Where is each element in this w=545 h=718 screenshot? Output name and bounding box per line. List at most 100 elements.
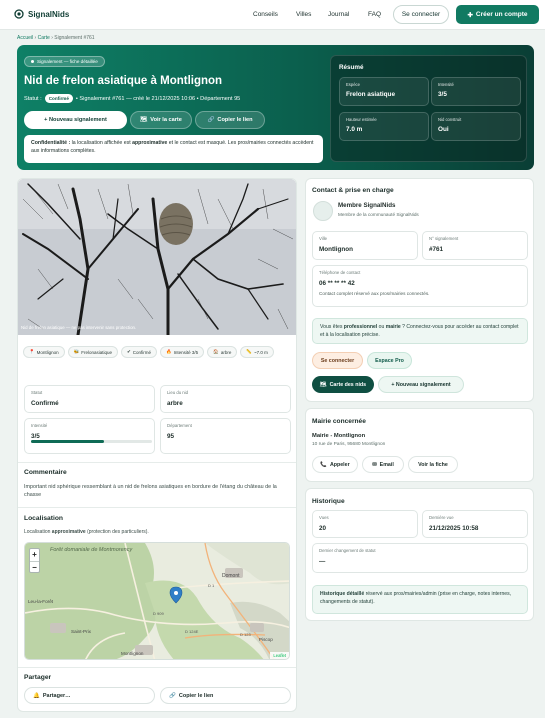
nav-faq[interactable]: FAQ <box>368 11 381 18</box>
tag-list: 📍 Montlignon 🐝 Frelonasiatique ✔ Confirmé 🔥… <box>23 346 291 358</box>
copy-link-button[interactable]: 🔗 Copier le lien <box>195 111 265 129</box>
nest-photo[interactable]: Nid de frelon asiatique — ne pas interve… <box>18 179 296 335</box>
status-badge: Confirmé <box>44 94 73 103</box>
field-intensity: Intensité 3/5 <box>24 418 155 454</box>
breadcrumb-home[interactable]: Accueil <box>17 35 33 41</box>
map-attribution[interactable]: Leaflet <box>270 652 289 659</box>
field-status-change: Dernier changement de statut — <box>312 543 528 573</box>
email-button[interactable]: ✉ Email <box>362 456 404 473</box>
zoom-in-button[interactable]: + <box>30 549 39 562</box>
map-label-road-d123: D 123 <box>240 632 251 637</box>
map-label-road-d1: D 1 <box>208 583 215 588</box>
map-icon: 🗺 <box>140 117 148 123</box>
history-notice-bold: Historique détaillé <box>320 591 365 597</box>
link-icon: 🔗 <box>207 117 215 123</box>
hero-meta: Statut : Confirmé • Signalement #761 — c… <box>24 94 240 103</box>
map-label-road-d124e: D 124E <box>185 629 199 634</box>
field-label: Intensité <box>31 423 48 428</box>
tag-label: Intensité 3/5 <box>173 349 199 355</box>
logo-icon <box>14 9 24 19</box>
top-navbar: SignalNids Conseils Villes Journal FAQ S… <box>0 0 545 30</box>
zoom-out-button[interactable]: − <box>30 562 39 574</box>
report-meta: • Signalement #761 — créé le 21/12/2025 … <box>75 95 241 102</box>
field-label: Lieu du nid <box>167 390 189 395</box>
field-value: #761 <box>429 246 444 253</box>
tag-intensity: 🔥 Intensité 3/5 <box>160 346 205 358</box>
call-button[interactable]: 📞 Appeler <box>312 456 358 473</box>
contact-card: Contact & prise en charge Membre SignalN… <box>305 178 534 402</box>
notice-text: Vous êtes <box>320 324 344 330</box>
divider <box>18 507 296 508</box>
login-button[interactable]: Se connecter <box>393 5 449 24</box>
tag-species: 🐝 Frelonasiatique <box>67 346 119 358</box>
mail-icon: ✉ <box>372 461 377 468</box>
summary-intensity: Intensité 3/5 <box>431 77 521 106</box>
field-last-view: Dernière vue 21/12/2025 10:58 <box>422 510 528 538</box>
pro-space-button[interactable]: Espace Pro <box>367 352 412 369</box>
phone-icon: 📞 <box>320 461 327 468</box>
field-label: Dernière vue <box>429 515 454 520</box>
field-city: Ville Montlignon <box>312 231 418 260</box>
privacy-approx: approximative <box>132 140 168 146</box>
hero-badge: Signalement — fiche détaillée <box>24 56 105 67</box>
location-text: Localisation approximative (protection d… <box>24 529 149 537</box>
phone-note: Contact complet réservé aux pros/mairies… <box>319 291 430 296</box>
avatar <box>313 201 333 221</box>
contact-title: Contact & prise en charge <box>312 187 394 194</box>
copy-link-label: Copier le lien <box>217 117 253 123</box>
mairie-card: Mairie concernée Mairie - Montlignon 10 … <box>305 408 534 482</box>
field-label: N° signalement <box>429 236 459 241</box>
location-map[interactable]: Forêt domaniale de Montmorency Domont Sa… <box>24 542 290 660</box>
brand-logo[interactable]: SignalNids <box>14 9 69 19</box>
history-notice: Historique détaillé réservé aux pros/mai… <box>312 585 528 614</box>
field-value: 20 <box>319 525 327 532</box>
create-account-button[interactable]: ✚ Créer un compte <box>456 5 539 24</box>
mairie-address: 10 rue de Paris, 95680 Montlignon <box>312 442 386 447</box>
map-label-leu: Leu-la-Forêt <box>28 599 54 604</box>
nav-journal[interactable]: Journal <box>328 11 349 18</box>
tag-label: ~7.0 m <box>253 349 268 355</box>
location-text-post: (protection des particuliers). <box>85 529 149 535</box>
copy-link-button-bottom[interactable]: 🔗 Copier le lien <box>160 687 291 704</box>
home-icon: 🏠 <box>213 349 219 354</box>
member-name: Membre SignalNids <box>338 202 396 209</box>
share-button[interactable]: 🔔 Partager… <box>24 687 155 704</box>
map-label-montlignon: Montlignon <box>121 651 144 656</box>
field-value: 95 <box>167 433 175 440</box>
view-map-button[interactable]: 🗺 Voir la carte <box>130 111 192 129</box>
member-subtitle: Membre de la communauté SignalNids <box>338 212 419 217</box>
nest-map-button[interactable]: 🗺 Carte des nids <box>312 376 374 393</box>
location-text-bold: approximative <box>51 529 86 535</box>
comment-text: Important nid sphérique ressemblant à un… <box>24 484 277 499</box>
new-report-button-side[interactable]: + Nouveau signalement <box>378 376 464 393</box>
field-department: Département 95 <box>160 418 291 454</box>
privacy-notice: Confidentialité : la localisation affich… <box>24 135 323 163</box>
tag-label: Frelonasiatique <box>81 349 113 355</box>
copy-label: Copier le lien <box>178 692 214 699</box>
location-title: Localisation <box>24 515 64 522</box>
summary-panel: Résumé Espèce Frelon asiatique Intensité 3… <box>330 55 527 162</box>
fire-icon: 🔥 <box>166 349 172 354</box>
hero-badge-label: Signalement — fiche détaillée <box>37 59 98 64</box>
bug-icon: 🐝 <box>73 349 80 354</box>
pro-login-button[interactable]: Se connecter <box>312 352 363 369</box>
breadcrumb-map[interactable]: Carte <box>38 35 50 41</box>
summary-label: Nid construit <box>438 117 462 122</box>
field-value: arbre <box>167 400 183 407</box>
view-mairie-button[interactable]: Voir la fiche <box>408 456 458 473</box>
nav-conseils[interactable]: Conseils <box>253 11 278 18</box>
comment-title: Commentaire <box>24 469 67 476</box>
field-label: Dernier changement de statut <box>319 548 376 553</box>
new-report-button[interactable]: + Nouveau signalement <box>24 111 127 129</box>
share-label: Partager… <box>42 692 71 699</box>
breadcrumb-current: Signalement #761 <box>54 35 95 41</box>
summary-built: Nid construit Oui <box>431 112 521 141</box>
phone-value: 06 ** ** ** 42 <box>319 280 355 287</box>
map-label-piscop: Piscop <box>259 637 273 642</box>
field-value: Confirmé <box>31 400 59 407</box>
call-label: Appeler <box>329 461 350 468</box>
intensity-bar <box>31 440 152 443</box>
field-label: Département <box>167 423 192 428</box>
history-card: Historique Vues 20 Dernière vue 21/12/2025… <box>305 488 534 621</box>
nav-villes[interactable]: Villes <box>296 11 311 18</box>
